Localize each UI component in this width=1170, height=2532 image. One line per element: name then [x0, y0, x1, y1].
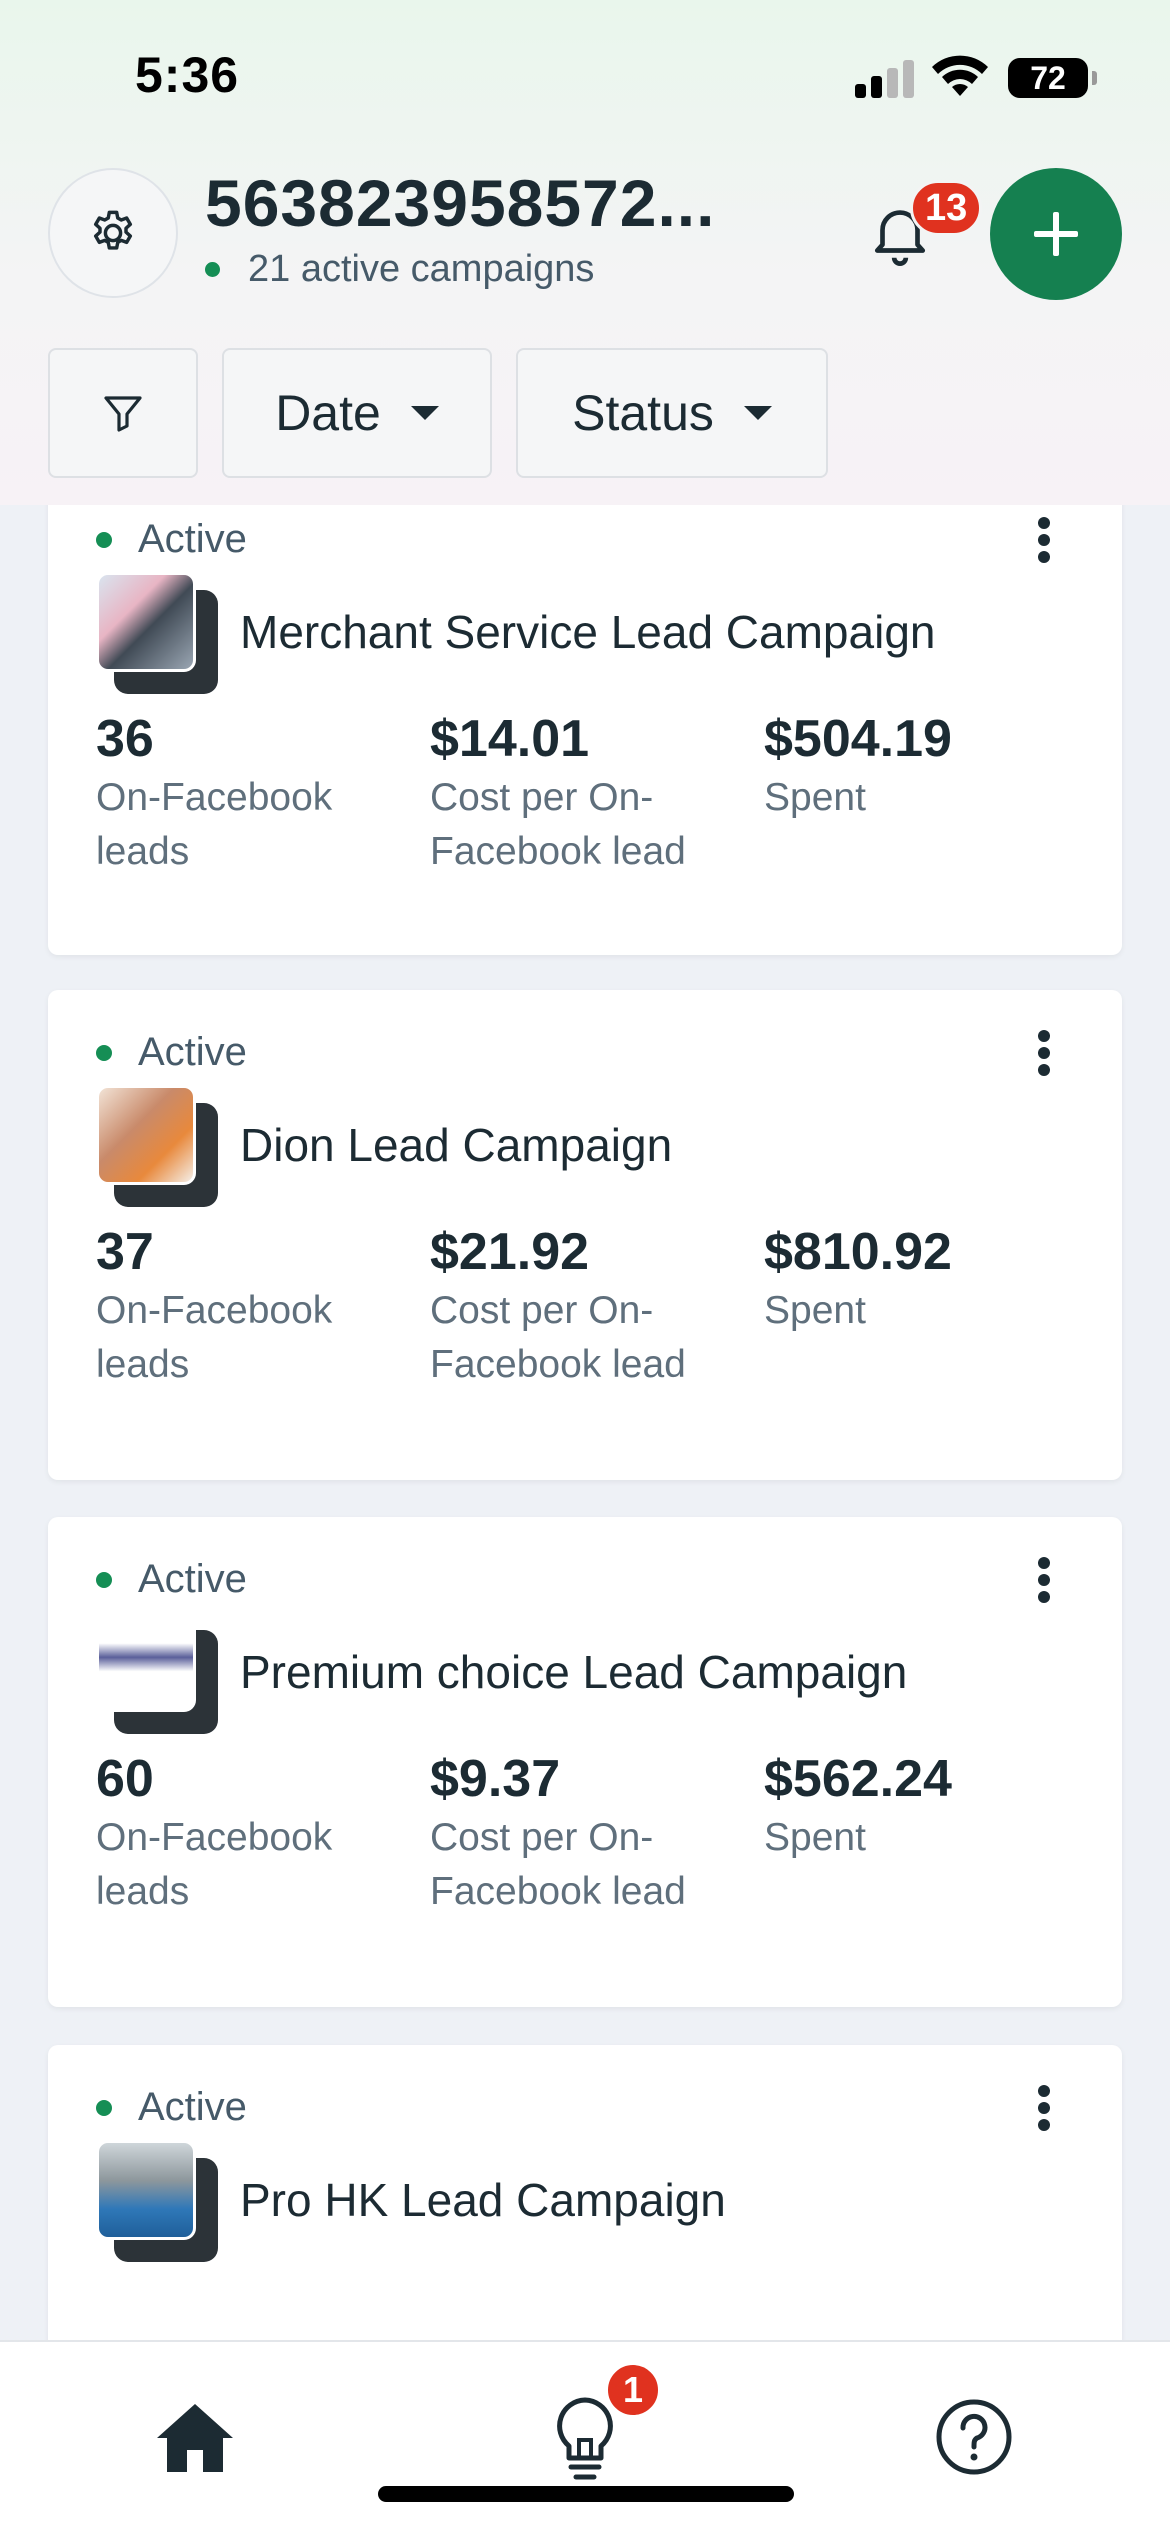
settings-button[interactable] [48, 168, 178, 298]
more-options-icon[interactable] [1034, 1030, 1054, 1076]
status-bar: 5:36 72 [0, 0, 1170, 150]
spent-metric: $810.92 Spent [764, 1222, 1084, 1338]
gear-icon [93, 210, 133, 250]
campaign-status: Active [96, 1030, 247, 1075]
home-indicator [378, 2486, 794, 2502]
campaign-card[interactable]: Active Merchant Service Lead Campaign 36… [48, 505, 1122, 955]
leads-label-line1: On-Facebook [96, 1816, 333, 1859]
leads-metric: 60 On-Facebook leads [96, 1749, 416, 1919]
cost-value: $14.01 [430, 710, 590, 768]
leads-label-line2: leads [96, 1343, 190, 1386]
cellular-signal-icon [855, 58, 915, 98]
cost-value: $9.37 [430, 1750, 561, 1808]
campaign-status: Active [96, 1557, 247, 1602]
campaign-status-label: Active [138, 2085, 247, 2129]
campaign-list[interactable]: Active Merchant Service Lead Campaign 36… [0, 505, 1170, 2340]
battery-icon: 72 [1008, 58, 1097, 98]
active-dot-icon [96, 1044, 112, 1061]
active-campaigns-status: 21 active campaigns [205, 248, 594, 291]
spent-value: $810.92 [764, 1223, 952, 1281]
caret-down-icon [743, 406, 772, 420]
caret-down-icon [410, 406, 439, 420]
filter-button[interactable] [48, 348, 198, 478]
cost-value: $21.92 [430, 1223, 590, 1281]
campaign-thumbnail [96, 1085, 218, 1207]
cost-label-line1: Cost per On- [430, 1289, 654, 1332]
active-dot-icon [96, 1571, 112, 1588]
leads-value: 60 [96, 1750, 154, 1808]
home-icon[interactable] [155, 2402, 235, 2474]
ideas-badge: 1 [605, 2362, 661, 2418]
cost-label-line1: Cost per On- [430, 776, 654, 819]
leads-label-line2: leads [96, 1870, 190, 1913]
notification-badge: 13 [910, 180, 983, 236]
leads-label-line1: On-Facebook [96, 776, 333, 819]
header: 5:36 72 563823958572... 21 active campai… [0, 0, 1170, 505]
campaign-card[interactable]: Active Pro HK Lead Campaign [48, 2045, 1122, 2340]
more-options-icon[interactable] [1034, 517, 1054, 563]
cost-metric: $14.01 Cost per On- Facebook lead [430, 709, 750, 879]
campaign-card[interactable]: Active Dion Lead Campaign 37 On-Facebook… [48, 990, 1122, 1480]
active-dot-icon [96, 2099, 112, 2116]
spent-metric: $562.24 Spent [764, 1749, 1084, 1865]
funnel-icon [104, 396, 142, 432]
campaign-status-label: Active [138, 1030, 247, 1074]
account-name[interactable]: 563823958572... [205, 165, 805, 241]
more-options-icon[interactable] [1034, 1557, 1054, 1603]
spent-value: $562.24 [764, 1750, 952, 1808]
date-filter-label: Date [275, 385, 381, 441]
active-dot-icon [205, 262, 220, 277]
wifi-icon [932, 55, 988, 96]
add-campaign-button[interactable] [990, 168, 1122, 300]
leads-metric: 37 On-Facebook leads [96, 1222, 416, 1392]
campaign-status-label: Active [138, 517, 247, 561]
more-options-icon[interactable] [1034, 2085, 1054, 2131]
spent-label: Spent [764, 776, 866, 819]
leads-metric: 36 On-Facebook leads [96, 709, 416, 879]
campaign-thumbnail [96, 2140, 218, 2262]
bottom-nav: 1 [0, 2340, 1170, 2532]
campaign-name[interactable]: Dion Lead Campaign [240, 1118, 672, 1172]
cost-label-line2: Facebook lead [430, 1343, 686, 1386]
active-dot-icon [96, 531, 112, 548]
cost-label-line1: Cost per On- [430, 1816, 654, 1859]
leads-value: 36 [96, 710, 154, 768]
date-filter-dropdown[interactable]: Date [222, 348, 492, 478]
help-icon[interactable] [934, 2397, 1014, 2477]
campaign-name[interactable]: Premium choice Lead Campaign [240, 1645, 907, 1699]
spent-value: $504.19 [764, 710, 952, 768]
campaign-thumbnail [96, 1612, 218, 1734]
status-time: 5:36 [135, 47, 240, 103]
plus-icon [1034, 212, 1078, 256]
spent-label: Spent [764, 1289, 866, 1332]
campaign-card[interactable]: Active Premium choice Lead Campaign 60 O… [48, 1517, 1122, 2007]
campaign-thumbnail [96, 572, 218, 694]
status-filter-dropdown[interactable]: Status [516, 348, 828, 478]
campaign-name[interactable]: Pro HK Lead Campaign [240, 2173, 726, 2227]
cost-label-line2: Facebook lead [430, 1870, 686, 1913]
campaign-status: Active [96, 2085, 247, 2130]
spent-metric: $504.19 Spent [764, 709, 1084, 825]
spent-label: Spent [764, 1816, 866, 1859]
leads-value: 37 [96, 1223, 154, 1281]
campaign-status-label: Active [138, 1557, 247, 1601]
cost-metric: $9.37 Cost per On- Facebook lead [430, 1749, 750, 1919]
campaign-name[interactable]: Merchant Service Lead Campaign [240, 605, 935, 659]
leads-label-line2: leads [96, 830, 190, 873]
campaign-status: Active [96, 517, 247, 562]
cost-label-line2: Facebook lead [430, 830, 686, 873]
leads-label-line1: On-Facebook [96, 1289, 333, 1332]
cost-metric: $21.92 Cost per On- Facebook lead [430, 1222, 750, 1392]
status-filter-label: Status [572, 385, 714, 441]
active-campaigns-text: 21 active campaigns [248, 248, 595, 290]
